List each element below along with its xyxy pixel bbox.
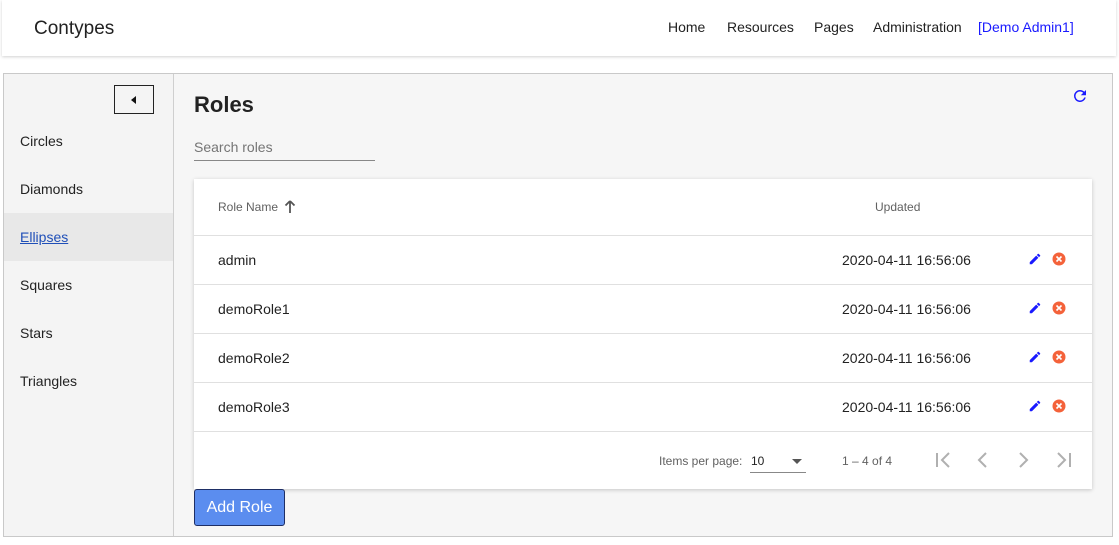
chevron-right-icon — [1019, 452, 1029, 468]
app-frame: Circles Diamonds Ellipses Squares Stars … — [3, 73, 1113, 537]
top-navbar: Contypes Home Resources Pages Administra… — [2, 0, 1116, 56]
items-per-page-value: 10 — [751, 454, 765, 468]
last-page-icon — [1057, 452, 1071, 468]
roles-table: Role Name Updated admin 2020-04-11 16:56… — [194, 179, 1092, 489]
search-field — [194, 136, 375, 161]
triangle-down-icon — [792, 459, 802, 464]
sidebar-item-stars[interactable]: Stars — [4, 309, 173, 357]
arrow-up-icon — [284, 200, 296, 213]
last-page-button[interactable] — [1053, 451, 1073, 474]
nav-administration[interactable]: Administration — [873, 19, 962, 35]
role-name-cell: demoRole1 — [218, 301, 290, 317]
updated-cell: 2020-04-11 16:56:06 — [842, 399, 971, 415]
pencil-icon[interactable] — [1028, 252, 1042, 271]
first-page-button[interactable] — [934, 451, 954, 474]
first-page-icon — [936, 452, 950, 468]
sidebar-collapse-button[interactable] — [114, 85, 154, 114]
role-name-cell: demoRole3 — [218, 399, 290, 415]
updated-cell: 2020-04-11 16:56:06 — [842, 301, 971, 317]
items-per-page-select[interactable]: 10 — [750, 449, 806, 473]
paginator: Items per page: 10 1 – 4 of 4 — [194, 433, 1092, 489]
add-role-button[interactable]: Add Role — [194, 489, 285, 526]
pencil-icon[interactable] — [1028, 350, 1042, 369]
chevron-left-icon — [977, 452, 987, 468]
sidebar-item-triangles[interactable]: Triangles — [4, 357, 173, 405]
next-page-button[interactable] — [1015, 451, 1031, 474]
nav-resources[interactable]: Resources — [727, 19, 794, 35]
table-header: Role Name Updated — [194, 179, 1092, 236]
nav-home[interactable]: Home — [668, 19, 705, 35]
updated-cell: 2020-04-11 16:56:06 — [842, 252, 971, 268]
previous-page-button[interactable] — [975, 451, 991, 474]
sidebar-item-diamonds[interactable]: Diamonds — [4, 165, 173, 213]
sidebar-item-ellipses[interactable]: Ellipses — [4, 213, 173, 261]
updated-cell: 2020-04-11 16:56:06 — [842, 350, 971, 366]
pencil-icon[interactable] — [1028, 399, 1042, 418]
sidebar-item-circles[interactable]: Circles — [4, 117, 173, 165]
sidebar-item-squares[interactable]: Squares — [4, 261, 173, 309]
brand-logo[interactable]: Contypes — [34, 18, 114, 40]
table-row: demoRole1 2020-04-11 16:56:06 — [194, 285, 1092, 334]
table-row: demoRole3 2020-04-11 16:56:06 — [194, 383, 1092, 432]
cancel-circle-icon[interactable] — [1052, 301, 1066, 320]
search-input[interactable] — [194, 136, 375, 158]
triangle-left-icon — [131, 96, 136, 104]
page-range-label: 1 – 4 of 4 — [842, 454, 893, 468]
main-content: Roles Role Name Updated admin 202 — [175, 74, 1112, 536]
refresh-icon[interactable] — [1071, 87, 1089, 110]
role-name-cell: admin — [218, 252, 257, 268]
cancel-circle-icon[interactable] — [1052, 399, 1066, 418]
table-row: demoRole2 2020-04-11 16:56:06 — [194, 334, 1092, 383]
sidebar: Circles Diamonds Ellipses Squares Stars … — [4, 74, 174, 536]
cancel-circle-icon[interactable] — [1052, 252, 1066, 271]
pencil-icon[interactable] — [1028, 301, 1042, 320]
items-per-page-label: Items per page: — [659, 454, 743, 468]
cancel-circle-icon[interactable] — [1052, 350, 1066, 369]
column-header-updated[interactable]: Updated — [875, 200, 920, 214]
page-title: Roles — [194, 92, 254, 117]
role-name-cell: demoRole2 — [218, 350, 290, 366]
column-header-label: Role Name — [218, 200, 279, 214]
user-menu[interactable]: [Demo Admin1] — [978, 19, 1074, 35]
table-row: admin 2020-04-11 16:56:06 — [194, 236, 1092, 285]
nav-pages[interactable]: Pages — [814, 19, 854, 35]
column-header-role-name[interactable]: Role Name — [218, 200, 296, 214]
